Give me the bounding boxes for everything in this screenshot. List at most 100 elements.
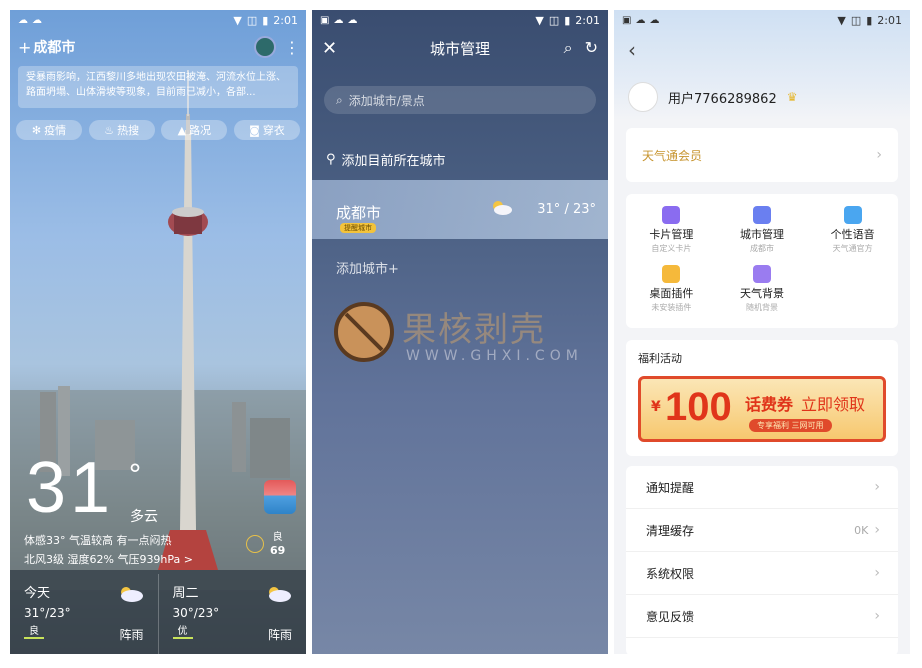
weather-notify-icon: ☁ (635, 14, 646, 26)
rain-cloud-icon (269, 587, 291, 602)
wifi-icon: ▼ (837, 13, 846, 27)
desktop-widget[interactable]: 桌面插件 未安装插件 (626, 261, 717, 320)
image-notify-icon: ▣ (622, 14, 632, 26)
feedback-row[interactable]: 意见反馈 › (626, 595, 898, 638)
city-temperature-range: 31° / 23° (537, 202, 596, 217)
city-management-screen: ▣ ☁ ☁ ▼ ◫ ▮ 2:01 ✕ 城市管理 ⌕ ↻ ⌕ 添加城市/景点 ⚲ … (312, 10, 608, 654)
virus-icon: ✻ (31, 123, 42, 137)
add-city-button[interactable]: 添加城市+ (336, 258, 399, 277)
profile-screen: ▣ ☁ ☁ ▼ ◫ ▮ 2:01 ‹ 用户7766289862 ♛ 天气通会员 … (614, 10, 910, 654)
city-list-item[interactable]: 成都市 提醒城市 31° / 23° (312, 180, 608, 239)
weather-home-screen: ☁ ☁ ▼ ◫ ▮ 2:01 + 成都市 ⋮ 受暴雨影响，江西黎川多地出现农田被… (10, 10, 306, 654)
status-bar: ▣ ☁ ☁ ▼ ◫ ▮ 2:01 (312, 10, 608, 30)
quick-chips: ✻ 疫情 ♨ 热搜 ▲ 路况 ◙ 穿衣 (16, 120, 300, 140)
chip-traffic[interactable]: ▲ 路况 (161, 120, 228, 140)
vip-membership-row[interactable]: 天气通会员 › (626, 128, 898, 182)
weather-background[interactable]: 天气背景 随机背景 (717, 261, 808, 320)
back-arrow-icon[interactable]: ‹ (628, 38, 636, 62)
search-input[interactable]: ⌕ 添加城市/景点 (324, 86, 596, 114)
wind-humidity-pressure[interactable]: 北风3级 湿度62% 气压939hPa > (24, 551, 193, 567)
username: 用户7766289862 (668, 91, 777, 107)
current-city[interactable]: 成都市 (33, 37, 75, 57)
chevron-right-icon: › (874, 608, 880, 624)
search-icon: ⌕ (336, 92, 343, 107)
partly-cloudy-icon (493, 201, 512, 215)
search-doc-icon[interactable]: ⌕ (564, 38, 573, 58)
chevron-right-icon: › (874, 479, 880, 495)
wifi-icon: ▼ (535, 13, 544, 27)
weather-alert-banner[interactable]: 受暴雨影响，江西黎川多地出现农田被淹、河流水位上涨、路面坍塌、山体滑坡等现象，目… (18, 66, 298, 108)
custom-voice[interactable]: 个性语音 天气通官方 (807, 202, 898, 261)
claim-button[interactable]: 立即领取 (801, 391, 865, 415)
location-pin-icon: ⚲ (326, 152, 336, 167)
system-permission-row[interactable]: 系统权限 › (626, 552, 898, 595)
signal-icon: ◫ (850, 13, 862, 27)
feature-grid: 卡片管理 自定义卡片 城市管理 成都市 个性语音 天气通官方 桌面插件 未安装插… (626, 194, 898, 328)
shirt-icon: ◙ (249, 123, 260, 137)
chevron-right-icon: › (874, 522, 880, 538)
coupon-banner[interactable]: ¥ 100 话费券 立即领取 专享福利 三网可用 (638, 376, 886, 442)
status-bar: ▣ ☁ ☁ ▼ ◫ ▮ 2:01 (614, 10, 910, 30)
watermark-title: 果核剥壳 (402, 310, 546, 350)
city-management[interactable]: 城市管理 成都市 (717, 202, 808, 261)
fire-icon: ♨ (104, 123, 115, 137)
watermark-url: WWW.GHXI.COM (406, 348, 583, 364)
coupon-amount: 100 (665, 385, 732, 429)
cloud-notify-icon: ☁ (347, 14, 358, 26)
avatar[interactable] (254, 36, 276, 58)
city-name: 成都市 (336, 204, 382, 222)
aqi-face-icon (246, 535, 264, 553)
avatar[interactable] (628, 82, 658, 112)
battery-icon: ▮ (866, 13, 873, 27)
star-icon (662, 265, 681, 283)
card-management[interactable]: 卡片管理 自定义卡片 (626, 202, 717, 261)
signal-icon: ◫ (548, 13, 560, 27)
search-placeholder: 添加城市/景点 (348, 93, 425, 108)
battery-icon: ▮ (564, 13, 571, 27)
degree-symbol: ° (128, 458, 142, 491)
watermark: 果核剥壳 WWW.GHXI.COM (332, 300, 598, 370)
forecast-tuesday[interactable]: 周二 30°/23° 优 阵雨 (157, 574, 307, 654)
clock: 2:01 (575, 13, 600, 27)
crown-icon: ♛ (786, 90, 798, 104)
chevron-right-icon: › (876, 147, 882, 163)
aqi-label: 良 (272, 532, 283, 543)
watermark-logo-icon (334, 302, 394, 362)
more-menu-icon[interactable]: ⋮ (284, 38, 300, 57)
picture-icon (752, 265, 771, 283)
cloud-notify-icon: ☁ (649, 14, 660, 26)
gift-box-icon[interactable] (264, 480, 296, 514)
notification-settings-row[interactable]: 通知提醒 › (626, 466, 898, 509)
daily-forecast: 今天 31°/23° 良 阵雨 周二 30°/23° 优 阵雨 (10, 574, 306, 654)
add-city-button[interactable]: + (18, 38, 31, 57)
clear-cache-row[interactable]: 清理缓存 0K › (626, 509, 898, 552)
chevron-right-icon: › (874, 565, 880, 581)
refresh-icon[interactable]: ↻ (585, 38, 598, 58)
rain-cloud-icon (120, 587, 143, 602)
forecast-today[interactable]: 今天 31°/23° 良 阵雨 (10, 574, 158, 654)
promo-header: 福利活动 (638, 352, 682, 365)
aqi-value: 69 (270, 544, 286, 557)
current-temperature: 31 (26, 448, 115, 528)
chip-hot-search[interactable]: ♨ 热搜 (88, 120, 155, 140)
clock: 2:01 (877, 13, 902, 27)
city-header: + 成都市 ⋮ (18, 36, 300, 58)
reminder-city-badge: 提醒城市 (340, 223, 376, 233)
cache-size: 0K (854, 523, 869, 537)
feels-like-text: 体感33° 气温较高 有一点闷热 (24, 534, 172, 547)
add-current-location[interactable]: ⚲ 添加目前所在城市 (326, 150, 446, 169)
current-condition: 多云 (130, 509, 158, 525)
close-icon[interactable]: ✕ (322, 38, 342, 59)
card-icon (662, 206, 681, 224)
building-icon (752, 206, 771, 224)
promo-card: 福利活动 ¥ 100 话费券 立即领取 专享福利 三网可用 (626, 340, 898, 456)
user-profile[interactable]: 用户7766289862 ♛ (628, 82, 797, 112)
image-notify-icon: ▣ (320, 14, 330, 26)
road-icon: ▲ (177, 123, 187, 137)
top-bar: ✕ 城市管理 ⌕ ↻ (312, 36, 608, 60)
speaker-icon (843, 206, 862, 224)
chip-clothing[interactable]: ◙ 穿衣 (233, 120, 300, 140)
weather-notify-icon: ☁ (333, 14, 344, 26)
chip-epidemic[interactable]: ✻ 疫情 (16, 120, 82, 140)
aqi-widget[interactable]: 良 69 (246, 531, 285, 557)
